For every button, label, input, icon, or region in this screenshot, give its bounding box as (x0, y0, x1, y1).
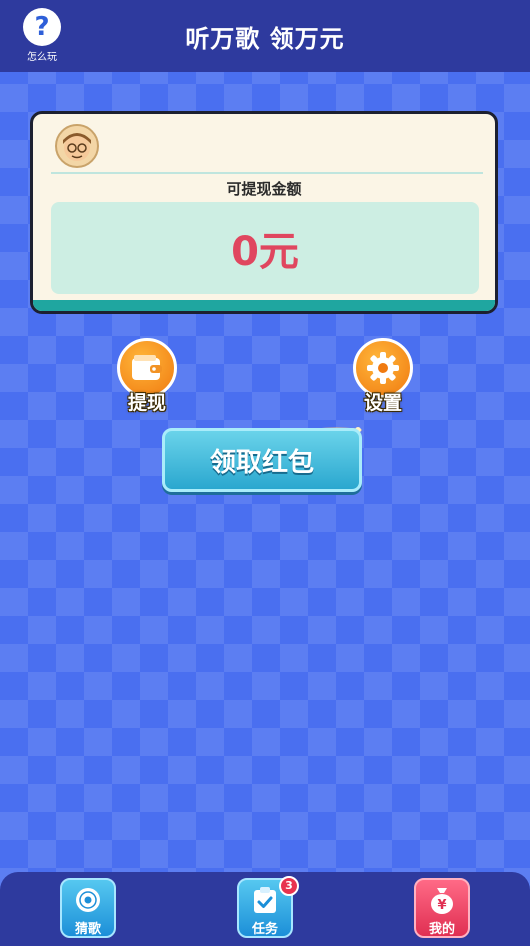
avatar[interactable] (55, 124, 99, 168)
top-bar: ? 怎么玩 听万歌 领万元 (0, 0, 530, 72)
withdrawable-amount-label: 可提现金额 (226, 180, 302, 198)
amount-box: 0元 (51, 202, 479, 294)
withdraw-button[interactable]: 提现 (112, 338, 182, 418)
claim-red-packet-label: 领取红包 (209, 447, 314, 478)
disc-icon (62, 884, 114, 916)
settings-label: 设置 (363, 392, 402, 414)
page-title: 听万歌 领万元 (185, 24, 345, 53)
nav-tasks[interactable]: 任务 3 (237, 876, 299, 938)
task-count-badge: 3 (279, 876, 299, 896)
nav-guess-song-label: 猜歌 (74, 922, 101, 937)
claim-red-packet-button[interactable]: 领取红包 (162, 428, 362, 492)
yen-glyph: ¥ (437, 898, 446, 913)
nav-guess-song[interactable]: 猜歌 (60, 878, 116, 938)
how-to-play-button[interactable]: ? 怎么玩 (20, 8, 64, 66)
card-bottom-strip (33, 300, 495, 311)
money-bag-icon: ¥ (416, 884, 468, 916)
withdraw-label: 提现 (127, 392, 166, 414)
how-to-play-label: 怎么玩 (27, 52, 57, 63)
card-divider (51, 172, 483, 174)
settings-button[interactable]: 设置 (348, 338, 418, 418)
nav-mine[interactable]: ¥ 我的 (414, 878, 470, 938)
bottom-nav: 猜歌 任务 3 ¥ 我的 (0, 872, 530, 946)
withdrawable-amount: 0元 (231, 229, 299, 275)
balance-card: 可提现金额 0元 (30, 111, 498, 314)
nav-mine-label: 我的 (428, 922, 455, 937)
question-mark-icon: ? (23, 8, 61, 46)
avatar-face-icon (63, 133, 91, 161)
nav-tasks-label: 任务 (251, 922, 278, 937)
